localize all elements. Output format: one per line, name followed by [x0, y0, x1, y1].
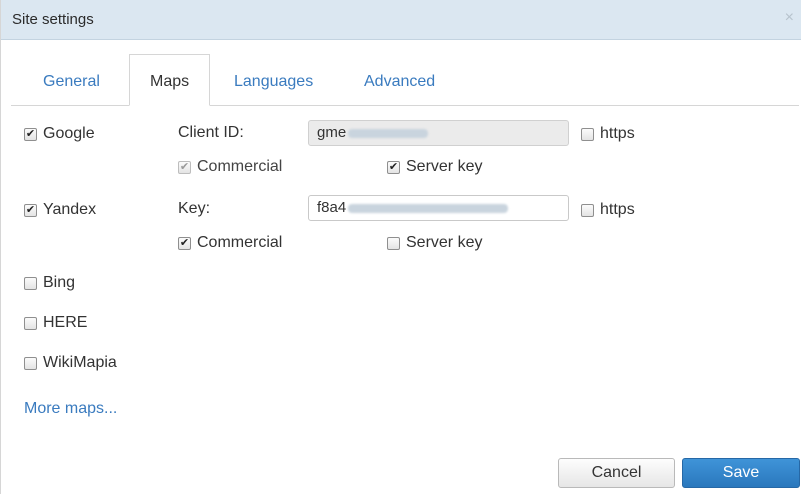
tab-general[interactable]: General: [43, 73, 100, 91]
checkbox-empty-icon: [387, 236, 400, 250]
google-commercial-checkbox[interactable]: ✔ Commercial: [178, 158, 282, 176]
check-icon: ✔: [178, 236, 191, 250]
save-button[interactable]: Save: [682, 458, 800, 488]
google-server-key-label: Server key: [406, 158, 483, 175]
checkbox-empty-icon: [24, 276, 37, 290]
yandex-server-key-label: Server key: [406, 234, 483, 251]
checkbox-empty-icon: [581, 203, 594, 217]
checkbox-empty-icon: [24, 356, 37, 370]
checkbox-empty-icon: [24, 316, 37, 330]
bing-label: Bing: [43, 274, 76, 291]
yandex-commercial-checkbox[interactable]: ✔ Commercial: [178, 234, 282, 252]
checkbox-empty-icon: [581, 127, 594, 141]
tab-maps[interactable]: Maps: [129, 54, 211, 106]
google-https-checkbox[interactable]: https: [581, 125, 635, 143]
yandex-commercial-label: Commercial: [197, 234, 283, 251]
yandex-https-label: https: [600, 201, 635, 218]
google-server-key-checkbox[interactable]: ✔ Server key: [387, 158, 482, 176]
yandex-label: Yandex: [43, 201, 97, 218]
google-label: Google: [43, 125, 95, 142]
yandex-checkbox[interactable]: ✔ Yandex: [24, 201, 96, 219]
yandex-key-input[interactable]: f8a4: [308, 195, 569, 221]
check-icon: ✔: [24, 203, 37, 217]
dialog-titlebar: Site settings ×: [1, 0, 801, 40]
dialog-title: Site settings: [12, 11, 94, 28]
yandex-server-key-checkbox[interactable]: Server key: [387, 234, 482, 252]
google-checkbox[interactable]: ✔ Google: [24, 125, 95, 143]
google-commercial-label: Commercial: [197, 158, 283, 175]
redacted-text: [348, 128, 429, 138]
tab-advanced[interactable]: Advanced: [364, 73, 435, 91]
check-icon: ✔: [387, 160, 400, 174]
wikimapia-label: WikiMapia: [43, 354, 117, 371]
here-checkbox[interactable]: HERE: [24, 314, 87, 332]
site-settings-dialog: Site settings × General Maps Languages A…: [0, 0, 801, 494]
cancel-button[interactable]: Cancel: [558, 458, 675, 488]
yandex-key-value: f8a4: [317, 199, 347, 216]
check-icon: ✔: [178, 160, 191, 174]
tab-languages[interactable]: Languages: [234, 73, 313, 91]
key-label: Key:: [178, 200, 211, 217]
client-id-input[interactable]: gme: [308, 120, 569, 146]
redacted-text: [348, 203, 509, 213]
close-icon[interactable]: ×: [785, 10, 794, 26]
here-label: HERE: [43, 314, 88, 331]
bing-checkbox[interactable]: Bing: [24, 274, 75, 292]
client-id-value: gme: [317, 124, 347, 141]
yandex-https-checkbox[interactable]: https: [581, 201, 635, 219]
check-icon: ✔: [24, 127, 37, 141]
more-maps-link[interactable]: More maps...: [24, 400, 117, 418]
google-https-label: https: [600, 125, 635, 142]
client-id-label: Client ID:: [178, 124, 244, 141]
wikimapia-checkbox[interactable]: WikiMapia: [24, 354, 117, 372]
